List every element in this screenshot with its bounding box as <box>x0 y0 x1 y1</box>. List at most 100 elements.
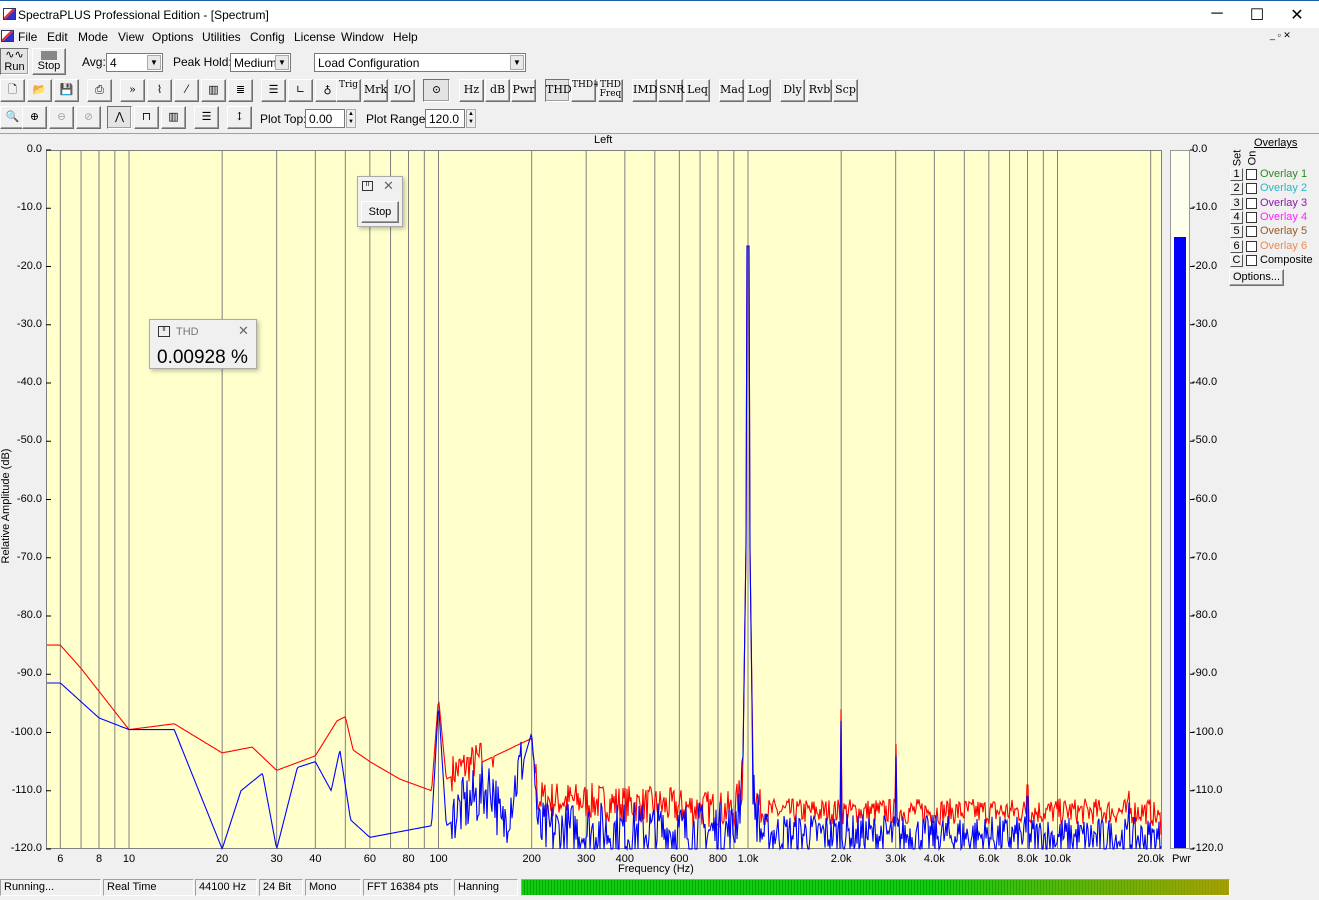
spectrogram-button[interactable]: ▥ <box>201 79 226 102</box>
overlay-checkbox[interactable] <box>1246 169 1257 180</box>
peak-hold-value: Medium <box>234 56 277 70</box>
tool-imd-button[interactable]: IMD <box>632 79 657 102</box>
open-button[interactable]: 📂 <box>27 79 52 102</box>
menu-file[interactable]: File <box>18 30 37 44</box>
plot-top-input[interactable]: 0.00 <box>305 109 345 128</box>
print-button[interactable]: ⎙ <box>87 79 112 102</box>
tool-snr-button[interactable]: SNR <box>658 79 684 102</box>
peak-hold-select[interactable]: Medium ▼ <box>230 53 291 72</box>
menu-window[interactable]: Window <box>341 30 384 44</box>
x-tick-label: 10 <box>122 853 136 865</box>
ffwd-button[interactable]: » <box>120 79 145 102</box>
stop-button[interactable]: Stop <box>32 48 66 75</box>
minimize-button[interactable]: ─ <box>1207 5 1227 23</box>
tool-i-o-button[interactable]: I/O <box>390 79 415 102</box>
plot-top-spinner[interactable]: ▲ ▼ <box>346 109 356 128</box>
spectrum-plot[interactable] <box>46 150 1162 849</box>
close-icon[interactable]: ✕ <box>238 323 249 339</box>
on-header: On <box>1246 150 1259 166</box>
menu-view[interactable]: View <box>118 30 144 44</box>
overlay-set-button[interactable]: 1 <box>1230 168 1243 181</box>
config-select[interactable]: Load Configuration ▼ <box>314 53 526 72</box>
overlay-set-button[interactable]: 3 <box>1230 196 1243 210</box>
overlay-checkbox[interactable] <box>1246 240 1257 252</box>
menu-help[interactable]: Help <box>393 30 418 44</box>
step-plot-button[interactable]: ⊓ <box>134 106 159 129</box>
overlay-checkbox[interactable] <box>1246 211 1257 223</box>
avg-select[interactable]: 4 ▼ <box>106 53 163 72</box>
tool-hz-button[interactable]: Hz <box>459 79 484 102</box>
menu-mode[interactable]: Mode <box>78 30 108 44</box>
spectrum-button[interactable]: ⌇ <box>147 79 172 102</box>
run-button[interactable]: ∿∿ Run <box>0 48 29 75</box>
meter-label: Pwr <box>1172 853 1191 865</box>
zoom-in-2x-button[interactable]: ⊕ <box>22 106 47 129</box>
maximize-button[interactable]: ☐ <box>1247 5 1267 25</box>
overlay-set-button[interactable]: 4 <box>1230 210 1243 224</box>
meter-tick-label: -20.0 <box>1192 259 1218 272</box>
tool-scp-button[interactable]: Scp <box>833 79 858 102</box>
mdi-controls[interactable]: _ ▫ ✕ <box>1270 30 1291 41</box>
axes-button[interactable]: ∟ <box>288 79 313 102</box>
overlay-name: Overlay 1 <box>1260 168 1308 180</box>
menu-bar: File Edit Mode View Options Utilities Co… <box>0 28 1319 46</box>
menu-options[interactable]: Options <box>152 30 193 44</box>
tool-mac-button[interactable]: Mac <box>719 79 744 102</box>
meter-tick-label: -120.0 <box>1192 842 1224 854</box>
overlay-checkbox[interactable] <box>1246 183 1257 195</box>
plot-range-spinner[interactable]: ▲ ▼ <box>466 109 476 128</box>
tool-leq-button[interactable]: Leq <box>685 79 710 102</box>
tool-thd-button[interactable]: THD <box>545 79 572 102</box>
panel-button[interactable]: ☰ <box>194 106 219 129</box>
overlay-checkbox[interactable] <box>1246 197 1257 209</box>
menu-config[interactable]: Config <box>250 30 285 44</box>
overlay-name: Overlay 5 <box>1260 225 1308 238</box>
tool-dly-button[interactable]: Dly <box>780 79 805 102</box>
close-button[interactable]: ✕ <box>1287 5 1307 25</box>
sawtooth-button[interactable]: ⁄ <box>174 79 199 102</box>
divider <box>0 133 1319 134</box>
new-button[interactable]: 🗋 <box>0 79 25 102</box>
pause-icon[interactable]: II <box>158 326 170 337</box>
bar-plot-button[interactable]: ▥ <box>161 106 186 129</box>
meter-tick-label: -10.0 <box>1192 201 1218 214</box>
autoscale-button[interactable]: ↕ <box>227 106 252 129</box>
close-icon[interactable]: ✕ <box>383 178 394 194</box>
overlay-set-button[interactable]: 2 <box>1230 182 1243 196</box>
save-button[interactable]: 💾 <box>54 79 79 102</box>
tool-thd-n-button[interactable]: THD+N <box>571 79 608 102</box>
zoom-out-2x-button[interactable]: ⊖ <box>49 106 74 129</box>
meter-tick-label: -40.0 <box>1192 376 1218 388</box>
tool-thd-freq-button[interactable]: THD Freq <box>598 79 623 102</box>
chart-title: Left <box>594 134 613 146</box>
tool-mrk-button[interactable]: Mrk <box>363 79 388 102</box>
plot-range-input[interactable]: 120.0 <box>425 109 465 128</box>
y-tick-label: -40.0 <box>16 376 42 388</box>
y-axis-label: Relative Amplitude (dB) <box>0 448 12 564</box>
overlay-options-button[interactable]: Options... <box>1229 269 1284 286</box>
y-tick-label: 0.0 <box>26 143 42 155</box>
overlay-set-button[interactable]: 5 <box>1230 225 1243 239</box>
menu-utilities[interactable]: Utilities <box>202 30 241 44</box>
3d-button[interactable]: ≣ <box>228 79 253 102</box>
overlay-set-button[interactable]: C <box>1230 253 1243 267</box>
pause-icon[interactable]: II <box>362 181 373 191</box>
tool-db-button[interactable]: dB <box>485 79 510 102</box>
popup-stop-button[interactable]: Stop <box>361 201 399 223</box>
doc-icon[interactable] <box>1 30 14 42</box>
x-tick-label: 40 <box>309 853 322 865</box>
generator-button[interactable]: ⊙ <box>423 79 450 102</box>
overlay-checkbox[interactable] <box>1246 226 1257 238</box>
tool-pwr-button[interactable]: Pwr <box>511 79 536 102</box>
overlay-checkbox[interactable] <box>1246 254 1257 266</box>
zoom-out-full-button[interactable]: ⊘ <box>76 106 101 129</box>
menu-license[interactable]: License <box>294 30 335 44</box>
tool-trig-button[interactable]: Trig <box>336 79 361 102</box>
tool-rvb-button[interactable]: Rvb <box>807 79 832 102</box>
line-plot-button[interactable]: ⋀ <box>107 106 132 129</box>
tool-log-button[interactable]: Log <box>746 79 771 102</box>
status-window: Hanning <box>454 879 518 896</box>
menu-edit[interactable]: Edit <box>47 30 68 44</box>
overlay-set-button[interactable]: 6 <box>1230 239 1243 253</box>
panel-button[interactable]: ☰ <box>261 79 286 102</box>
